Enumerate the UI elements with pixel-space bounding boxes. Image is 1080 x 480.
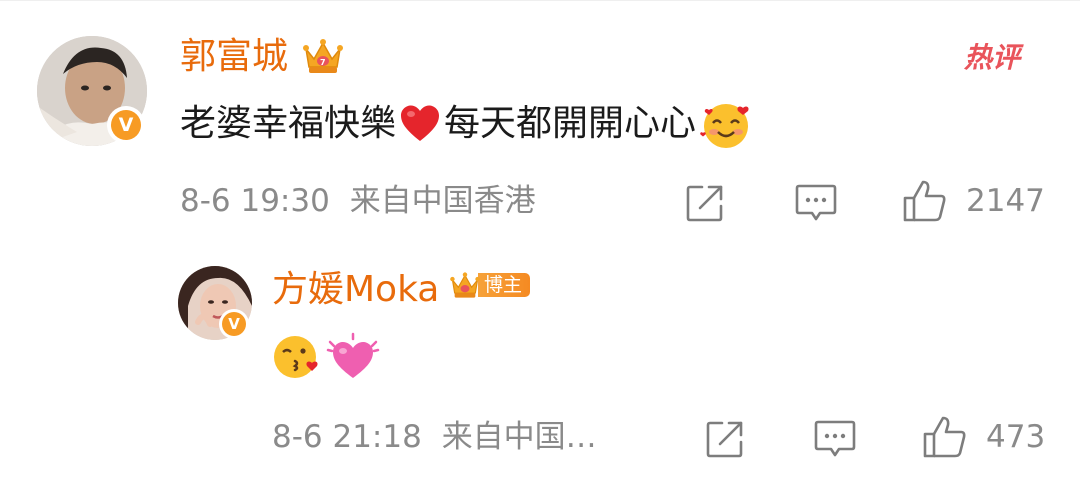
reply-username[interactable]: 方媛Moka: [272, 272, 439, 308]
svg-text:7: 7: [320, 58, 326, 67]
verified-v-icon: V: [111, 110, 141, 140]
top-divider: [0, 0, 1080, 1]
beating-heart-emoji: [326, 330, 380, 382]
comment-meta: 8-6 19:30 来自中国香港: [180, 186, 536, 217]
reply-meta: 8-6 21:18 来自中国…: [272, 422, 597, 453]
reply-location: 来自中国…: [441, 419, 597, 455]
like-count: 2147: [966, 183, 1045, 219]
reply-verified-badge: V: [219, 309, 249, 339]
verified-badge: V: [107, 106, 145, 144]
thumbs-up-icon[interactable]: [902, 178, 948, 224]
reply-content[interactable]: [272, 330, 380, 382]
reply-like-count: 473: [986, 419, 1046, 455]
comment-time: 8-6 19:30: [180, 183, 330, 219]
face-blowing-kiss-emoji: [272, 331, 322, 381]
comment-content[interactable]: 老婆幸福快樂 每天都開開心心: [180, 102, 752, 148]
blogger-badge-label: 博主: [478, 273, 531, 297]
reply-comment-icon[interactable]: [813, 418, 857, 460]
reply-time: 8-6 21:18: [272, 419, 422, 455]
comment-icon[interactable]: [794, 182, 838, 224]
comment-username[interactable]: 郭富城: [180, 39, 288, 75]
crown-icon: [448, 268, 482, 302]
comment-text-part1: 老婆幸福快樂: [180, 103, 397, 144]
hot-comment-tag: 热评: [964, 41, 1021, 74]
blogger-badge: 博主: [448, 268, 531, 302]
crown-icon: 7: [300, 33, 346, 79]
comment-location: 来自中国香港: [349, 183, 536, 219]
smiling-face-with-hearts-emoji: [700, 98, 752, 150]
red-heart-emoji: [398, 102, 442, 146]
reply-verified-v-icon: V: [222, 312, 246, 336]
reply-share-icon[interactable]: [704, 418, 746, 460]
comment-text-part2: 每天都開開心心: [444, 103, 697, 144]
weibo-comment-thread: V 郭富城 7 热评 老婆幸福快樂 每天都開開心心 8-6 19:30 来自中国…: [0, 0, 1080, 480]
share-icon[interactable]: [684, 182, 726, 224]
reply-thumbs-up-icon[interactable]: [922, 414, 968, 460]
